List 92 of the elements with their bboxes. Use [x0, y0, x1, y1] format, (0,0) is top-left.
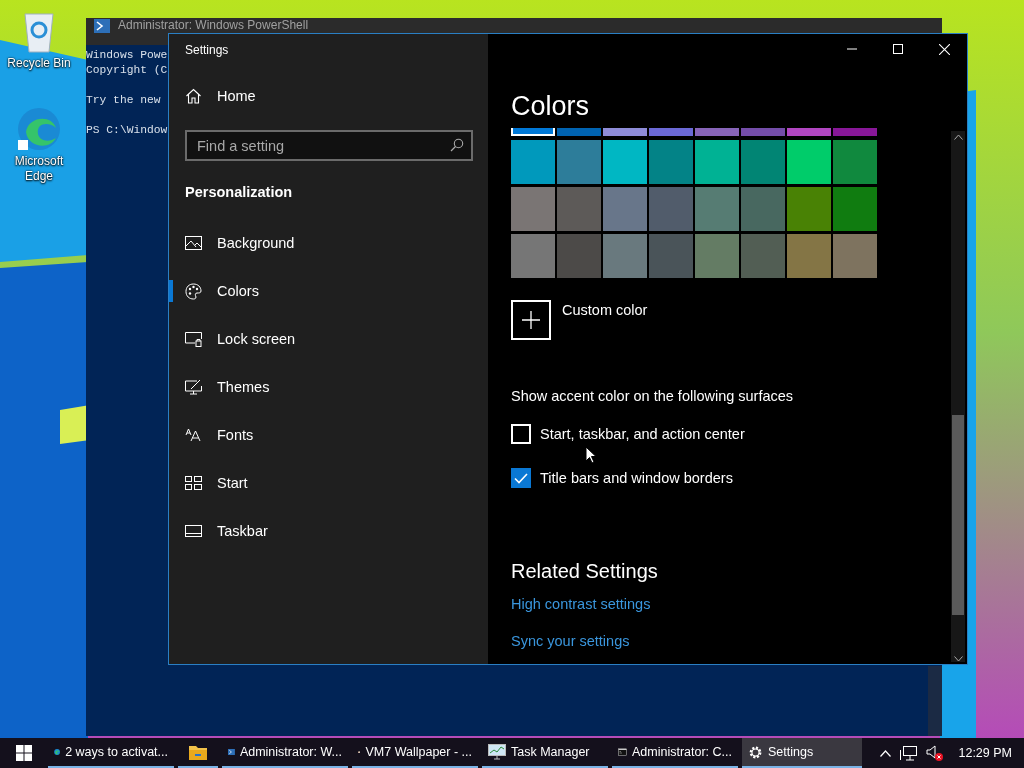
taskbar-button[interactable]: Administrator: C...: [612, 738, 738, 768]
add-color-button[interactable]: [511, 300, 551, 340]
color-swatch[interactable]: [695, 128, 739, 136]
section-heading: Personalization: [185, 184, 294, 202]
fonts-icon: [185, 428, 202, 442]
nav-item[interactable]: Colors: [169, 267, 472, 315]
settings-link[interactable]: High contrast settings: [511, 596, 651, 612]
color-swatch[interactable]: [603, 187, 647, 231]
nav-item[interactable]: Lock screen: [169, 315, 472, 363]
section-heading: Show accent color on the following surfaces: [511, 388, 794, 406]
color-swatch[interactable]: [511, 234, 555, 278]
nav-item[interactable]: Fonts: [169, 411, 472, 459]
color-swatch[interactable]: [557, 187, 601, 231]
cursor-icon: [585, 446, 597, 464]
taskbar-button[interactable]: Task Manager: [482, 738, 608, 768]
lock-screen-icon: [185, 331, 202, 347]
taskbar-button[interactable]: Administrator: W...: [222, 738, 348, 768]
color-swatch[interactable]: [511, 187, 555, 231]
page-title: Colors: [511, 90, 590, 122]
color-swatch[interactable]: [603, 140, 647, 184]
home-item[interactable]: Home: [169, 81, 472, 111]
checkmark-icon: [514, 472, 528, 484]
color-swatch[interactable]: [649, 187, 693, 231]
color-swatch[interactable]: [511, 128, 555, 136]
color-swatch[interactable]: [557, 140, 601, 184]
search-field[interactable]: Find a setting: [185, 130, 473, 161]
plus-icon: [522, 311, 540, 329]
taskbar-button[interactable]: Settings: [742, 738, 862, 768]
terminal-icon: [94, 19, 110, 33]
checkbox[interactable]: [511, 468, 531, 488]
clock[interactable]: 12:29 PM: [958, 746, 1012, 760]
color-swatch[interactable]: [833, 187, 877, 231]
console-line: Windows Powe: [86, 48, 168, 63]
color-swatch[interactable]: [557, 128, 601, 136]
picture-icon: [185, 236, 202, 250]
nav-item[interactable]: Start: [169, 459, 472, 507]
scroll-down-icon: [953, 656, 963, 662]
close-icon: [938, 43, 950, 55]
console-line: Copyright (C: [86, 63, 168, 78]
color-swatch[interactable]: [695, 234, 739, 278]
home-icon: [185, 88, 202, 104]
color-swatch[interactable]: [787, 128, 831, 136]
search-icon: [450, 138, 464, 152]
monitor-brush-icon: [185, 379, 202, 395]
nav-item[interactable]: Taskbar: [169, 507, 472, 555]
color-swatch[interactable]: [603, 128, 647, 136]
checkbox-label[interactable]: Start, taskbar, and action center: [540, 426, 745, 442]
color-swatch[interactable]: [511, 140, 555, 184]
color-swatch[interactable]: [741, 128, 785, 136]
section-heading: Related Settings: [511, 560, 658, 584]
settings-link[interactable]: Sync your settings: [511, 633, 630, 649]
taskbar-icon: [185, 525, 202, 537]
color-swatch[interactable]: [649, 234, 693, 278]
color-swatch[interactable]: [833, 234, 877, 278]
network-icon[interactable]: [900, 745, 918, 761]
taskbar-button[interactable]: VM7 Wallpaper - ...: [352, 738, 478, 768]
color-swatch[interactable]: [741, 140, 785, 184]
color-swatch[interactable]: [603, 234, 647, 278]
window-title: Administrator: Windows PowerShell: [118, 19, 309, 32]
scroll-up-icon: [953, 134, 963, 140]
folder-icon: [189, 744, 207, 760]
scrollbar[interactable]: [928, 666, 942, 736]
windows-logo-icon: [16, 745, 32, 761]
color-swatch[interactable]: [649, 128, 693, 136]
color-swatch[interactable]: [649, 140, 693, 184]
color-swatch[interactable]: [741, 234, 785, 278]
monitor-chart-icon: [488, 744, 506, 760]
nav-item[interactable]: Background: [169, 219, 472, 267]
color-swatch[interactable]: [787, 187, 831, 231]
color-swatch[interactable]: [695, 140, 739, 184]
scrollbar-thumb[interactable]: [952, 415, 964, 615]
scrollbar[interactable]: [951, 131, 965, 662]
window-title: Settings: [185, 43, 230, 59]
taskbar-button[interactable]: 2 ways to activat...: [48, 738, 174, 768]
color-swatch[interactable]: [833, 128, 877, 136]
color-swatch[interactable]: [557, 234, 601, 278]
checkbox-label[interactable]: Title bars and window borders: [540, 470, 733, 486]
settings-icon: [748, 744, 763, 760]
color-swatch[interactable]: [787, 140, 831, 184]
color-swatch[interactable]: [787, 234, 831, 278]
console-line: Try the new: [86, 93, 161, 108]
custom-color-label[interactable]: Custom color: [562, 302, 648, 318]
nav-item[interactable]: Themes: [169, 363, 472, 411]
console-line: PS C:\Window: [86, 123, 168, 138]
console-icon: [618, 745, 627, 759]
color-swatch[interactable]: [833, 140, 877, 184]
tiles-icon: [185, 476, 202, 490]
color-swatch[interactable]: [741, 187, 785, 231]
chevron-up-icon[interactable]: [880, 749, 892, 757]
muted-speaker-icon[interactable]: [926, 745, 944, 761]
color-swatch[interactable]: [695, 187, 739, 231]
maximize-icon: [893, 44, 903, 54]
